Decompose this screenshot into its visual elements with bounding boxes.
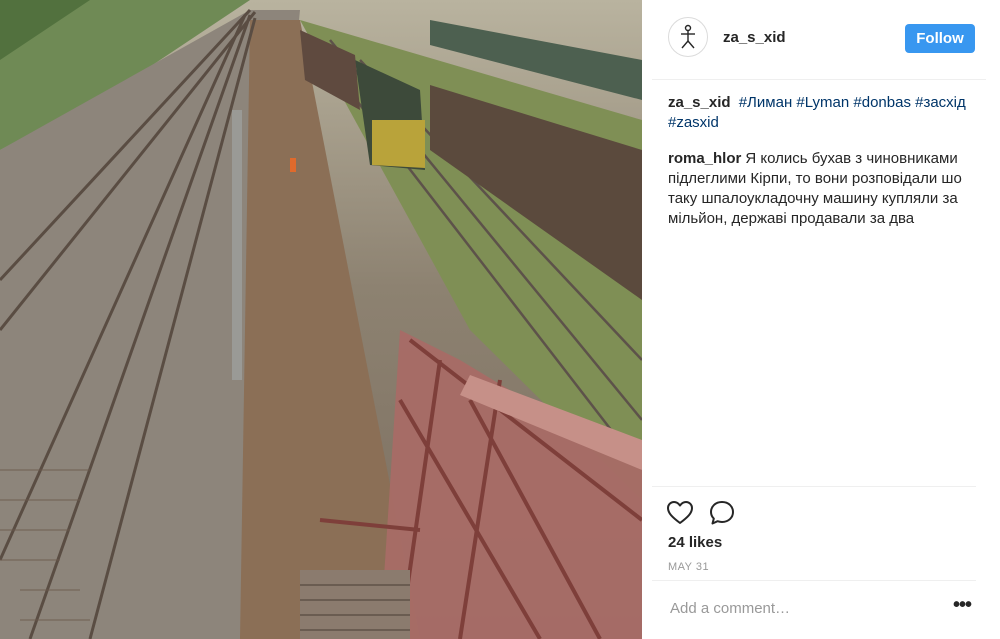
more-options-button[interactable]: ••• xyxy=(950,595,974,619)
caption: za_s_xid #Лиман #Lyman #donbas #засхід #… xyxy=(668,93,978,133)
comment-input[interactable] xyxy=(668,599,942,618)
stick-figure-icon xyxy=(681,24,695,49)
post-header: za_s_xid Follow xyxy=(652,0,986,80)
comment-item: roma_hlor Я колись бухав з чиновниками пі… xyxy=(668,149,978,229)
post-side-panel: za_s_xid Follow za_s_xid #Лиман #Lyman #… xyxy=(642,0,1000,639)
header-username[interactable]: za_s_xid xyxy=(723,29,786,46)
add-comment-bar: ••• xyxy=(652,580,976,639)
post-photo[interactable] xyxy=(0,0,642,639)
caption-author[interactable]: za_s_xid xyxy=(668,94,731,111)
like-button[interactable] xyxy=(666,499,694,527)
hashtag-zaskhid-cyrillic[interactable]: #засхід xyxy=(915,94,966,111)
follow-button[interactable]: Follow xyxy=(905,24,975,53)
comment-button[interactable] xyxy=(708,499,736,527)
hashtag-lyman-cyrillic[interactable]: #Лиман xyxy=(739,94,793,111)
railway-photo-illustration xyxy=(0,0,642,639)
comment-author[interactable]: roma_hlor xyxy=(668,150,741,167)
hashtag-lyman[interactable]: #Lyman xyxy=(796,94,849,111)
action-icons xyxy=(666,499,736,527)
comments-list: za_s_xid #Лиман #Lyman #donbas #засхід #… xyxy=(668,93,978,245)
likes-count[interactable]: 24 likes xyxy=(668,534,722,551)
avatar[interactable] xyxy=(668,17,708,57)
speech-bubble-icon xyxy=(710,501,734,525)
post-date[interactable]: MAY 31 xyxy=(668,561,709,573)
heart-icon xyxy=(667,501,693,524)
post-actions: 24 likes MAY 31 xyxy=(652,486,976,573)
hashtag-zasxid[interactable]: #zasxid xyxy=(668,114,719,131)
hashtag-donbas[interactable]: #donbas xyxy=(853,94,911,111)
